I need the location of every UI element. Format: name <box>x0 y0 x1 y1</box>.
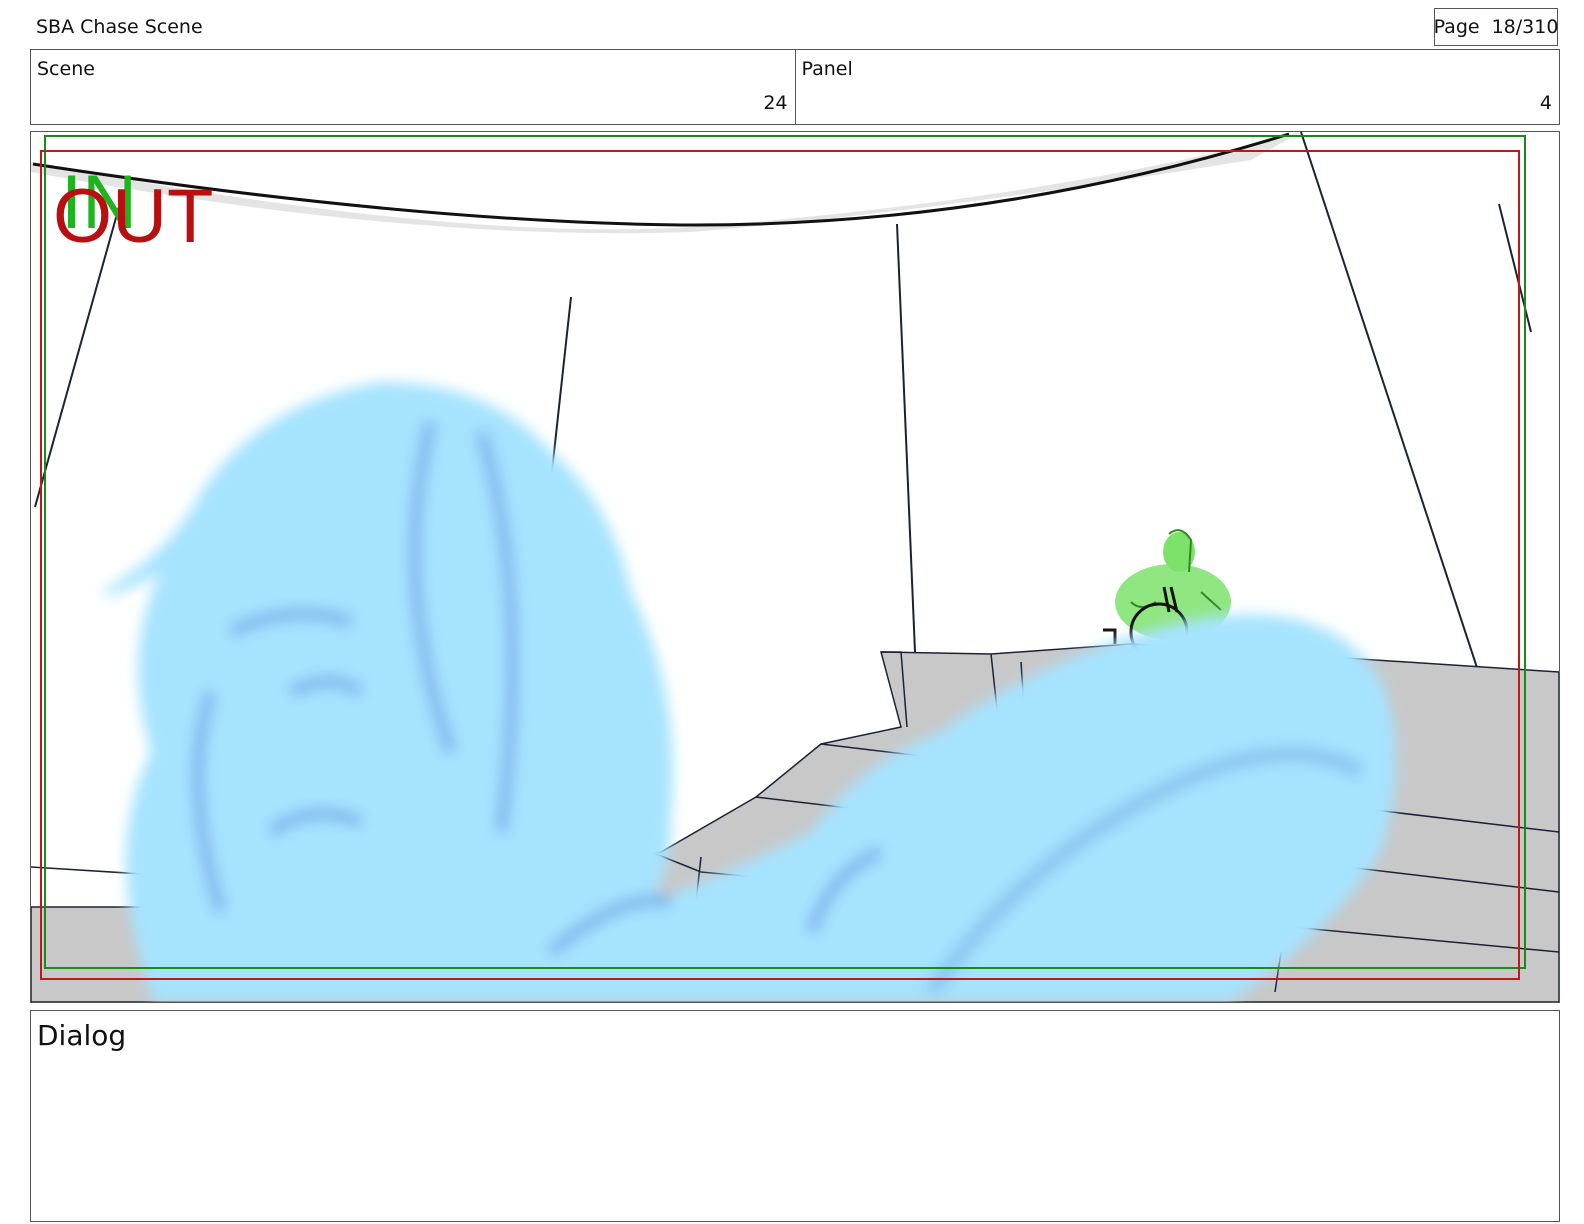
storyboard-panel: IN OUT <box>30 131 1560 1003</box>
dialog-label: Dialog <box>37 1019 127 1052</box>
page-label: Page <box>1433 16 1480 38</box>
page-indicator: Page 18/310 <box>1434 8 1558 46</box>
panel-label: Panel <box>801 58 853 80</box>
out-marker: OUT <box>53 174 213 259</box>
scene-label: Scene <box>37 58 95 80</box>
panel-cell: Panel 4 <box>794 50 1560 124</box>
dialog-box[interactable]: Dialog <box>30 1010 1560 1222</box>
document-title: SBA Chase Scene <box>36 16 203 38</box>
ghost-figure <box>101 382 1396 1002</box>
storyboard-sketch: IN OUT <box>31 132 1559 1002</box>
page-value: 18/310 <box>1491 16 1559 38</box>
scene-cell: Scene 24 <box>31 50 795 124</box>
scene-panel-info-row: Scene 24 Panel 4 <box>30 49 1560 125</box>
scene-number: 24 <box>763 92 788 114</box>
sail-shape <box>31 132 1301 234</box>
panel-number: 4 <box>1539 92 1552 114</box>
